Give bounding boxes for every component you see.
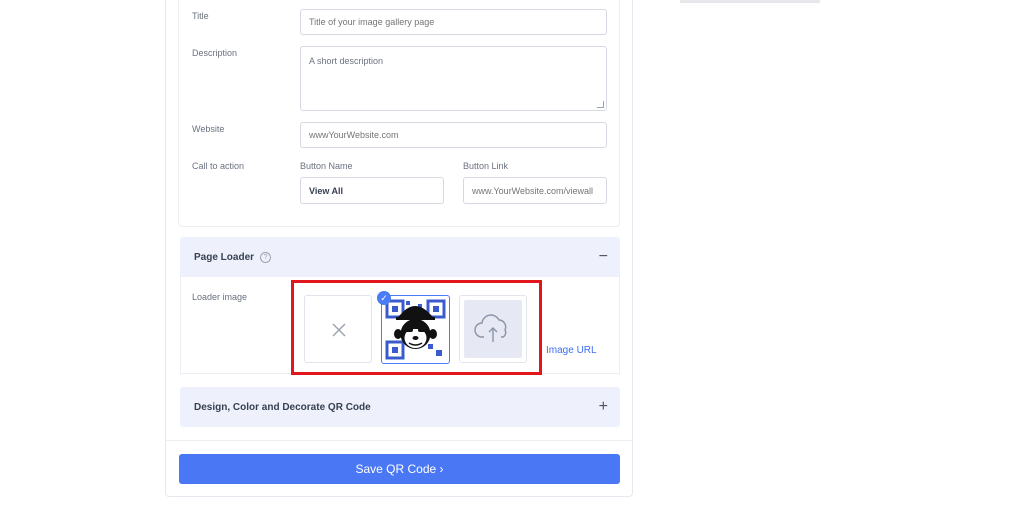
cta-label: Call to action <box>192 161 245 171</box>
button-link-input[interactable] <box>463 177 607 204</box>
help-icon[interactable]: ? <box>260 251 272 263</box>
page-loader-title: Page Loader <box>194 251 255 263</box>
website-input[interactable] <box>300 122 607 148</box>
title-label: Title <box>192 11 209 21</box>
button-name-label: Button Name <box>300 161 353 171</box>
description-label: Description <box>192 48 238 58</box>
image-url-link[interactable]: Image URL <box>546 345 597 356</box>
design-section-header[interactable]: Design, Color and Decorate QR Code + <box>180 387 620 427</box>
loader-image-label: Loader image <box>192 292 248 302</box>
top-divider <box>680 0 820 3</box>
resize-grip-icon[interactable] <box>597 101 604 108</box>
highlight-box <box>291 280 542 375</box>
save-qr-button[interactable]: Save QR Code › <box>179 454 620 484</box>
collapse-icon[interactable]: − <box>599 248 608 266</box>
design-section-title: Design, Color and Decorate QR Code <box>194 401 371 413</box>
description-placeholder: A short description <box>309 56 384 66</box>
footer-divider <box>166 440 632 441</box>
description-textarea[interactable]: A short description <box>300 46 607 111</box>
button-link-label: Button Link <box>463 161 509 171</box>
website-label: Website <box>192 124 225 134</box>
page-loader-header[interactable]: Page Loader ? − <box>180 237 620 277</box>
button-name-input[interactable]: View All <box>300 177 444 204</box>
title-input[interactable] <box>300 9 607 35</box>
expand-icon[interactable]: + <box>599 398 608 416</box>
